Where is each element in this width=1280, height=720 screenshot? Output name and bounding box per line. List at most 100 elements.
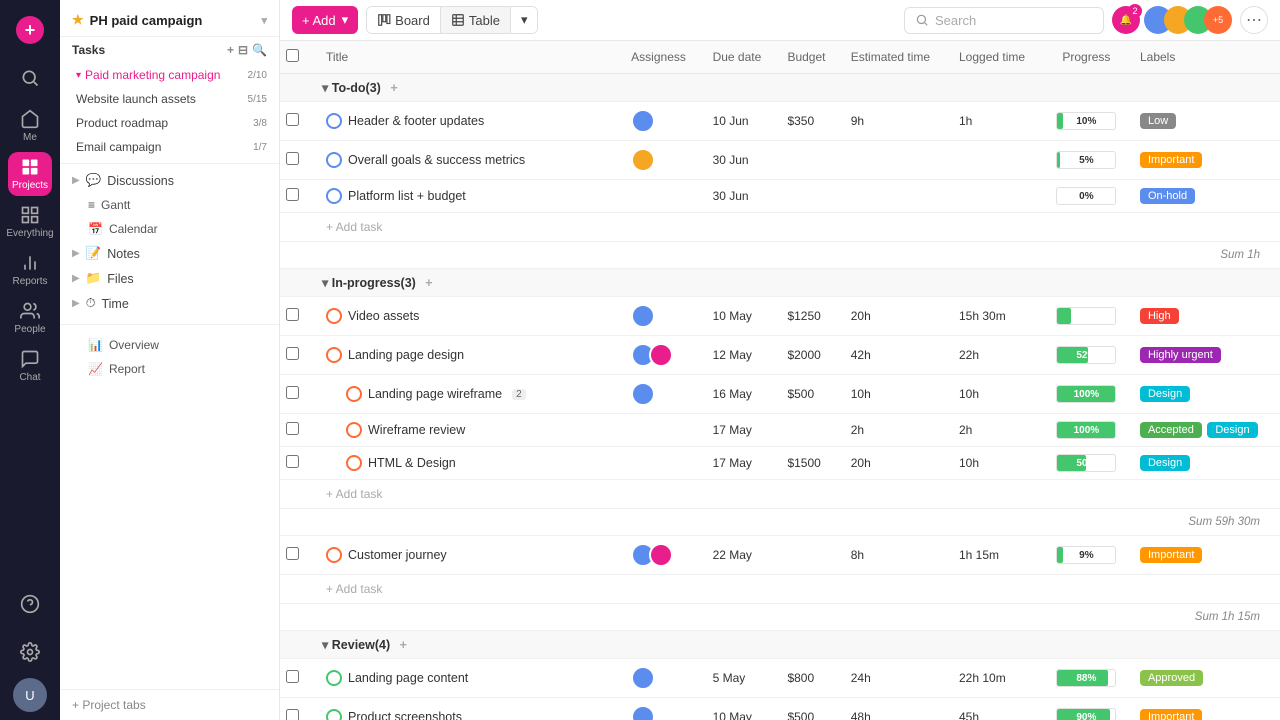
task-badge: 1/7: [253, 142, 267, 153]
home-label: Me: [23, 132, 37, 143]
chevron-icon: ▶: [72, 273, 80, 284]
task-name[interactable]: Overall goals & success metrics: [348, 153, 525, 167]
projects-button[interactable]: Projects: [8, 152, 52, 196]
task-name[interactable]: Customer journey: [348, 548, 447, 562]
group-todo-label: To-do(3): [332, 81, 381, 95]
add-task-row-todo[interactable]: + Add task: [280, 213, 1280, 242]
task-name[interactable]: Platform list + budget: [348, 189, 466, 203]
sidebar-calendar[interactable]: 📅 Calendar: [60, 217, 279, 241]
sum-inprogress: Sum 59h 30m: [949, 509, 1280, 536]
add-project-tabs[interactable]: + Project tabs: [72, 698, 267, 712]
progress-bar: 24%: [1053, 307, 1120, 325]
sidebar-discussions[interactable]: ▶ 💬 Discussions: [60, 168, 279, 193]
status-dot: [326, 670, 342, 686]
home-button[interactable]: Me: [8, 104, 52, 148]
more-users[interactable]: +5: [1204, 6, 1232, 34]
group-add-inprogress[interactable]: +: [425, 276, 432, 290]
progress-bar: 88%: [1053, 669, 1120, 687]
status-dot: [326, 188, 342, 204]
table-row: Platform list + budget 30 Jun 0%: [280, 180, 1280, 213]
group-add-todo[interactable]: +: [390, 81, 397, 95]
table-view-button[interactable]: Table: [441, 7, 511, 33]
status-dot: [346, 386, 362, 402]
add-button[interactable]: + Add ▾: [292, 6, 358, 34]
task-group-website[interactable]: Website launch assets 5/15: [60, 87, 279, 111]
sidebar-gantt[interactable]: ≡ Gantt: [60, 193, 279, 217]
search-task-icon[interactable]: 🔍: [252, 43, 267, 57]
due-date: 12 May: [713, 348, 752, 362]
task-group-paid[interactable]: ▾ Paid marketing campaign 2/10: [60, 63, 279, 87]
group-toggle-todo[interactable]: ▾: [322, 81, 328, 95]
assignee-group: [631, 705, 692, 720]
everything-button[interactable]: Everything: [8, 200, 52, 244]
header-estimated-time: Estimated time: [841, 41, 949, 74]
settings-button[interactable]: [8, 630, 52, 674]
task-name[interactable]: HTML & Design: [368, 456, 456, 470]
sidebar-files[interactable]: ▶ 📁 Files: [60, 266, 279, 291]
header-assignees: Assigness: [621, 41, 702, 74]
add-task-icon[interactable]: +: [227, 43, 234, 57]
bubble-icon: 💬: [86, 173, 102, 188]
search-box[interactable]: Search: [904, 7, 1104, 34]
report-icon: 📈: [88, 362, 103, 376]
estimated-time: 10h: [851, 387, 871, 401]
task-name[interactable]: Wireframe review: [368, 423, 465, 437]
toolbar: + Add ▾ Board Table ▾ Search 🔔 2: [280, 0, 1280, 41]
budget: $2000: [787, 348, 820, 362]
table-label: Table: [469, 13, 500, 28]
assignee-avatar: [631, 382, 655, 406]
estimated-time: 2h: [851, 423, 864, 437]
assignee-avatar: [631, 109, 655, 133]
label-badge: High: [1140, 308, 1179, 324]
more-options-button[interactable]: ⋯: [1240, 6, 1268, 34]
filter-icon[interactable]: ⊟: [238, 43, 248, 57]
progress-bar: 5%: [1053, 151, 1120, 169]
search-rail-button[interactable]: [8, 56, 52, 100]
due-date: 30 Jun: [713, 153, 749, 167]
due-date: 10 Jun: [713, 114, 749, 128]
group-toggle-inprogress[interactable]: ▾: [322, 276, 328, 290]
group-toggle-review[interactable]: ▾: [322, 638, 328, 652]
add-task-row-cj[interactable]: + Add task: [280, 575, 1280, 604]
help-button[interactable]: [8, 582, 52, 626]
task-group-email[interactable]: Email campaign 1/7: [60, 135, 279, 159]
progress-bar: 0%: [1053, 187, 1120, 205]
estimated-time: 20h: [851, 456, 871, 470]
notification-bell[interactable]: 🔔 2: [1112, 6, 1140, 34]
board-view-button[interactable]: Board: [367, 7, 441, 33]
add-button[interactable]: +: [8, 8, 52, 52]
status-dot: [326, 547, 342, 563]
sidebar-notes[interactable]: ▶ 📝 Notes: [60, 241, 279, 266]
chat-button[interactable]: Chat: [8, 344, 52, 388]
calendar-label: Calendar: [109, 222, 158, 236]
sidebar-report[interactable]: 📈 Report: [60, 357, 279, 381]
task-name[interactable]: Product screenshots: [348, 710, 462, 720]
user-avatar[interactable]: U: [13, 678, 47, 712]
files-label: Files: [107, 272, 133, 286]
assignee-group: [631, 109, 692, 133]
task-name[interactable]: Video assets: [348, 309, 419, 323]
estimated-time: 20h: [851, 309, 871, 323]
task-group-product[interactable]: Product roadmap 3/8: [60, 111, 279, 135]
people-button[interactable]: People: [8, 296, 52, 340]
progress-bar: 100%: [1053, 385, 1120, 403]
more-view-button[interactable]: ▾: [511, 7, 538, 33]
task-name[interactable]: Header & footer updates: [348, 114, 484, 128]
task-name[interactable]: Landing page design: [348, 348, 464, 362]
tasks-header: Tasks + ⊟ 🔍: [60, 37, 279, 63]
task-name[interactable]: Landing page content: [348, 671, 468, 685]
header-logged-time: Logged time: [949, 41, 1043, 74]
table-row: Landing page content 5 May $800 24h 22h …: [280, 659, 1280, 698]
report-label: Report: [109, 362, 145, 376]
header-budget: Budget: [777, 41, 840, 74]
assignee-group: [631, 382, 692, 406]
sidebar-time[interactable]: ▶ ⏱ Time: [60, 291, 279, 316]
project-header[interactable]: ★ PH paid campaign ▾: [60, 0, 279, 37]
group-add-review[interactable]: +: [400, 638, 407, 652]
header-checkbox[interactable]: [280, 41, 316, 74]
reports-button[interactable]: Reports: [8, 248, 52, 292]
task-name[interactable]: Landing page wireframe: [368, 387, 502, 401]
sidebar-overview[interactable]: 📊 Overview: [60, 333, 279, 357]
add-task-row-inprogress[interactable]: + Add task: [280, 480, 1280, 509]
status-dot: [326, 347, 342, 363]
